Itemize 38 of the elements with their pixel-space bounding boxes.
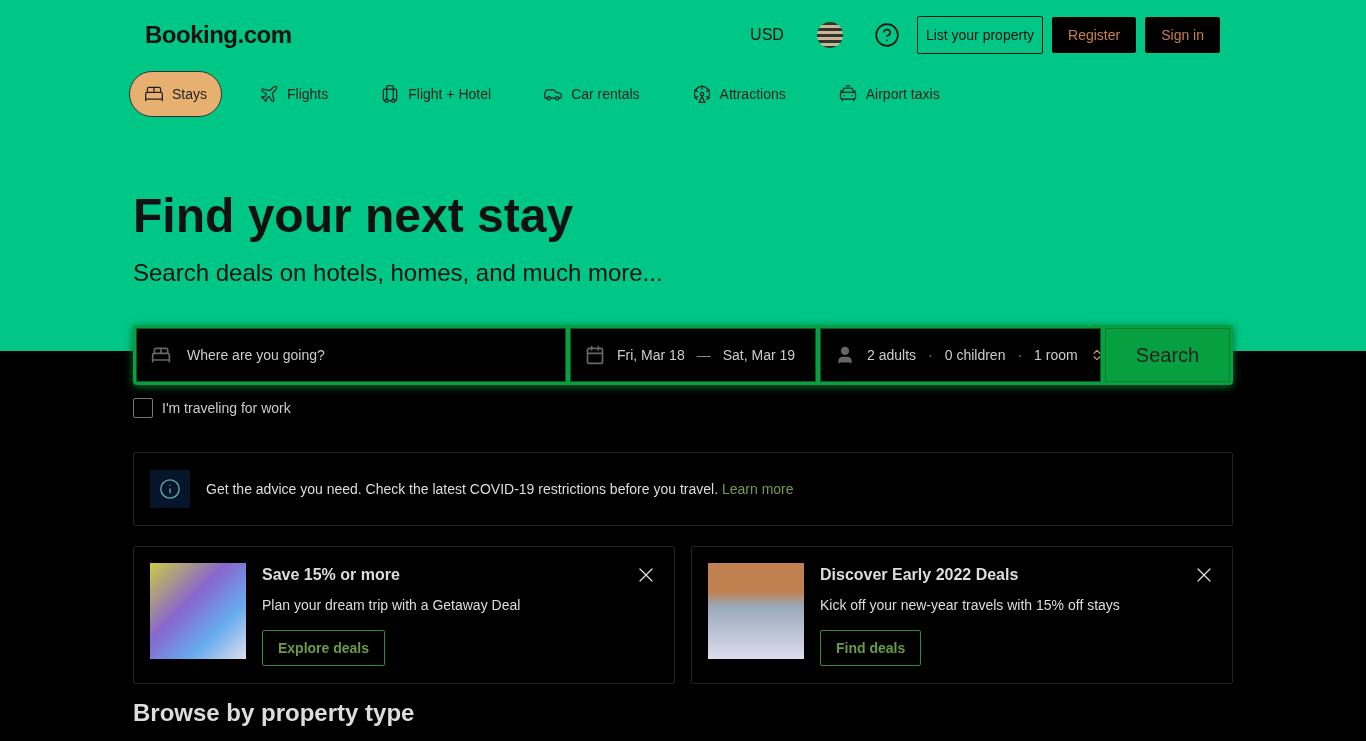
person-icon (835, 345, 855, 365)
destination-field[interactable]: Where are you going? (136, 328, 566, 382)
flag-icon[interactable] (816, 22, 843, 48)
checkbox[interactable] (133, 398, 153, 418)
section-title: Browse by property type (133, 700, 416, 727)
promo-button[interactable]: Find deals (820, 630, 922, 666)
currency-selector[interactable]: USD (750, 26, 784, 44)
hero-title: Find your next stay (133, 188, 575, 243)
nav-tab[interactable]: Attractions (676, 71, 801, 117)
promo-button[interactable]: Explore deals (262, 630, 386, 666)
bed-icon (144, 84, 164, 104)
promo-title: Save 15% or more (262, 566, 400, 584)
learn-more-link[interactable]: Learn more (721, 481, 794, 497)
promo-title: Discover Early 2022 Deals (820, 566, 1019, 584)
info-icon (150, 470, 190, 508)
promo-text: Kick off your new-year travels with 15% off stays (820, 597, 1120, 613)
hero-subtitle: Search deals on hotels, homes, and much more... (133, 259, 664, 287)
nav-tab[interactable]: Stays (129, 71, 222, 117)
plane-icon (259, 84, 279, 104)
account-button[interactable]: Register (1052, 17, 1137, 53)
nav-tab[interactable]: Airport taxis (822, 71, 955, 117)
nav-tab[interactable]: Car rentals (528, 71, 655, 117)
logo[interactable]: Booking.com (145, 21, 292, 49)
nav-tab[interactable]: Flights (244, 71, 344, 117)
guests-field[interactable]: 2 adults · 0 children · 1 room (820, 328, 1101, 382)
list-property-button[interactable]: List your property (916, 16, 1044, 54)
search-button[interactable]: Search (1105, 328, 1230, 382)
calendar-icon (585, 345, 605, 365)
bed-icon (151, 345, 171, 365)
nav-tab[interactable]: Flight + Hotel (365, 71, 507, 117)
taxi-icon (837, 84, 858, 104)
checkbox-label: I'm traveling for work (162, 400, 291, 416)
promo-text: Plan your dream trip with a Getaway Deal (262, 597, 521, 613)
notice-text: Get the advice you need. Check the latest COVID-19 restrictions before you travel. Learn more (206, 481, 794, 497)
help-icon[interactable] (873, 22, 900, 48)
date-field[interactable]: Fri, Mar 18 — Sat, Mar 19 (570, 328, 816, 382)
ferris-wheel-icon (691, 84, 712, 104)
account-button[interactable]: Sign in (1145, 17, 1220, 53)
